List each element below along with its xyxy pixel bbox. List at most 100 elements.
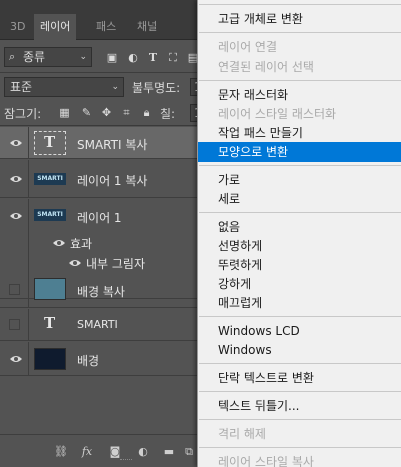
- layer-name: 레이어 1: [77, 211, 122, 225]
- layer-thumbnail: [34, 278, 66, 300]
- tab-paths[interactable]: 패스: [90, 14, 122, 40]
- effect-row-inner-shadow[interactable]: 내부 그림자: [0, 253, 200, 273]
- tab-3d[interactable]: 3D: [4, 14, 31, 40]
- menu-separator: [199, 447, 401, 448]
- visibility-toggle-empty[interactable]: [9, 284, 20, 295]
- filter-kind-label: 종류: [23, 50, 46, 64]
- visibility-eye-icon[interactable]: [9, 211, 23, 221]
- layer-context-menu: 고급 개체로 변환 레이어 연결 연결된 레이어 선택 문자 래스터화 레이어 …: [197, 0, 401, 467]
- menu-separator: [199, 419, 401, 420]
- effect-visibility-eye-icon[interactable]: [68, 258, 82, 268]
- row-divider: [28, 342, 29, 375]
- layer-row[interactable]: SMARTI 레이어 1: [0, 199, 200, 232]
- lock-transparent-icon[interactable]: ▦: [58, 106, 71, 119]
- menu-separator: [199, 212, 401, 213]
- menu-item-antialias-crisp[interactable]: 뚜렷하게: [198, 255, 401, 275]
- menu-item-select-linked-layers: 연결된 레이어 선택: [218, 60, 314, 74]
- text-layer-icon: T: [44, 314, 56, 332]
- chevron-down-icon: ⌄: [111, 82, 119, 92]
- blend-row: 표준 ⌄ 불투명도: 1: [0, 74, 200, 100]
- menu-item-antialias-none[interactable]: 없음: [198, 217, 401, 237]
- layer-row[interactable]: SMARTI 레이어 1 복사: [0, 160, 200, 198]
- menu-item-windows[interactable]: Windows: [198, 340, 401, 360]
- menu-separator: [199, 4, 401, 5]
- layer-thumbnail: SMARTI: [34, 173, 66, 185]
- menu-item-antialias-strong[interactable]: 강하게: [198, 274, 401, 294]
- layer-filter-row: ⌕ 종류 ⌄ ▣ ◐ T ⛶ ▤: [0, 41, 200, 73]
- layer-name: SMARTI 복사: [77, 138, 148, 152]
- new-layer-icon[interactable]: ⧉: [182, 445, 196, 459]
- menu-item-windows-lcd[interactable]: Windows LCD: [198, 321, 401, 341]
- search-icon: ⌕: [9, 50, 16, 63]
- adjustment-filter-icon[interactable]: ◐: [126, 51, 140, 65]
- blend-mode-label: 표준: [10, 80, 33, 94]
- effects-visibility-eye-icon[interactable]: [52, 238, 66, 248]
- layer-thumbnail: SMARTI: [34, 209, 66, 221]
- layer-row[interactable]: 배경 복사: [0, 272, 200, 308]
- layers-bottom-toolbar: ⛓ fx ◙ ◐ ▬ ⧉: [0, 434, 200, 467]
- resize-grip[interactable]: [120, 459, 132, 465]
- lock-artboard-icon[interactable]: ⌗: [120, 106, 133, 119]
- new-group-folder-icon[interactable]: ▬: [162, 445, 176, 459]
- lock-row: 잠그기: ▦ ✎ ✥ ⌗ 🔒︎ 칠: 1: [0, 100, 200, 126]
- menu-separator: [199, 316, 401, 317]
- row-divider: [28, 272, 29, 307]
- layer-name: 레이어 1 복사: [77, 174, 148, 188]
- fill-label: 칠:: [160, 107, 176, 121]
- menu-item-convert-smart-object[interactable]: 고급 개체로 변환: [198, 9, 401, 29]
- menu-separator: [199, 363, 401, 364]
- layer-row[interactable]: 배경: [0, 342, 200, 376]
- lock-position-move-icon[interactable]: ✥: [100, 106, 113, 119]
- lock-image-brush-icon[interactable]: ✎: [80, 106, 93, 119]
- panel-tab-bar: 3D 레이어 패스 채널: [0, 0, 200, 40]
- layer-style-fx-icon[interactable]: fx: [80, 445, 94, 459]
- menu-item-antialias-smooth[interactable]: 매끄럽게: [198, 293, 401, 313]
- visibility-eye-icon[interactable]: [9, 138, 23, 148]
- adjustment-layer-icon[interactable]: ◐: [136, 445, 150, 459]
- effect-name: 내부 그림자: [86, 257, 146, 271]
- layer-name: 배경 복사: [77, 285, 125, 299]
- row-divider: [28, 127, 29, 158]
- menu-item-convert-to-shape[interactable]: 모양으로 변환: [198, 142, 401, 162]
- layer-row[interactable]: T SMARTI 복사: [0, 127, 200, 159]
- row-divider: [28, 160, 29, 197]
- visibility-eye-icon[interactable]: [9, 174, 23, 184]
- text-layer-icon: T: [44, 133, 56, 151]
- blend-mode-select[interactable]: 표준 ⌄: [4, 77, 124, 97]
- filter-kind-select[interactable]: ⌕ 종류 ⌄: [4, 47, 92, 67]
- layers-panel: 3D 레이어 패스 채널 ⌕ 종류 ⌄ ▣ ◐ T ⛶ ▤ 표준 ⌄ 불투명도:…: [0, 0, 200, 467]
- lock-label: 잠그기:: [4, 107, 42, 121]
- menu-item-create-work-path[interactable]: 작업 패스 만들기: [198, 123, 401, 143]
- link-layers-icon[interactable]: ⛓: [54, 445, 68, 459]
- menu-item-rasterize-layer-style: 레이어 스타일 래스터화: [218, 107, 337, 121]
- layer-thumbnail: [34, 348, 66, 370]
- add-mask-icon[interactable]: ◙: [108, 445, 122, 459]
- visibility-eye-icon[interactable]: [9, 354, 23, 364]
- effects-row[interactable]: 효과: [0, 233, 200, 253]
- tab-channels[interactable]: 채널: [131, 14, 163, 40]
- menu-item-antialias-sharp[interactable]: 선명하게: [198, 236, 401, 256]
- layer-name: SMARTI: [77, 318, 118, 331]
- menu-separator: [199, 391, 401, 392]
- layer-row[interactable]: T SMARTI: [0, 309, 200, 341]
- menu-item-vertical[interactable]: 세로: [198, 189, 401, 209]
- visibility-toggle-empty[interactable]: [9, 319, 20, 330]
- menu-separator: [199, 32, 401, 33]
- type-filter-icon[interactable]: T: [146, 51, 160, 65]
- menu-separator: [199, 165, 401, 166]
- menu-item-rasterize-type[interactable]: 문자 래스터화: [198, 85, 401, 105]
- tab-layers[interactable]: 레이어: [34, 14, 77, 40]
- chevron-down-icon: ⌄: [79, 52, 87, 62]
- lock-all-icon[interactable]: 🔒︎: [140, 106, 153, 119]
- menu-item-link-layers: 레이어 연결: [218, 40, 278, 54]
- menu-separator: [199, 80, 401, 81]
- menu-item-warp-text[interactable]: 텍스트 뒤틀기...: [198, 396, 401, 416]
- shape-filter-icon[interactable]: ⛶: [166, 51, 180, 65]
- pixel-filter-icon[interactable]: ▣: [105, 51, 119, 65]
- menu-item-release-isolation: 격리 해제: [218, 427, 266, 441]
- menu-item-horizontal[interactable]: 가로: [198, 170, 401, 190]
- menu-item-convert-paragraph-text[interactable]: 단락 텍스트로 변환: [198, 368, 401, 388]
- row-divider: [28, 309, 29, 340]
- effects-label: 효과: [70, 237, 93, 251]
- opacity-label: 불투명도:: [132, 81, 181, 95]
